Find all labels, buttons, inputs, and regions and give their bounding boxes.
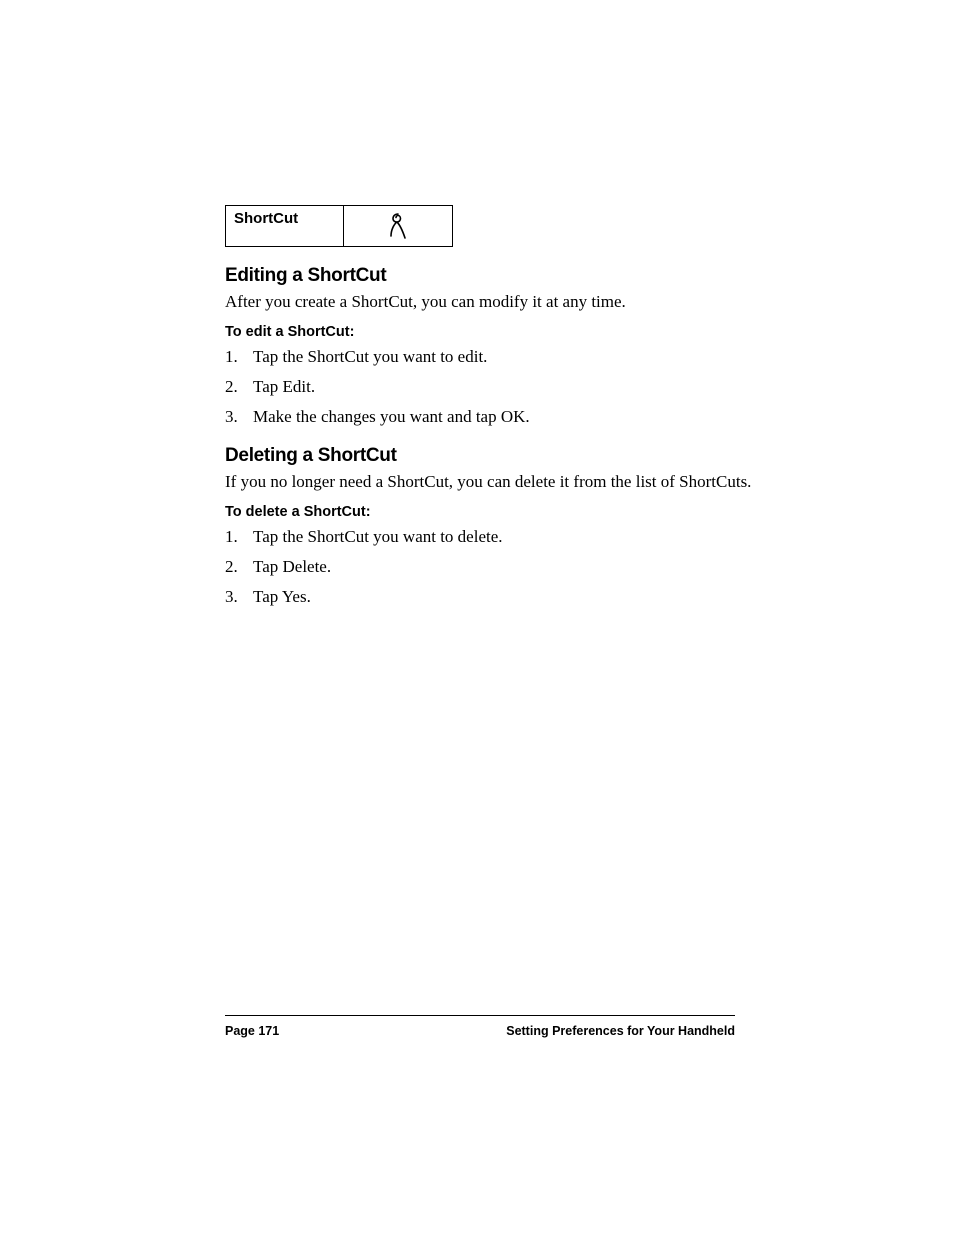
- heading-editing-shortcut: Editing a ShortCut: [225, 265, 755, 287]
- list-item: Make the changes you want and tap OK.: [225, 406, 755, 429]
- page-footer: Page 171 Setting Preferences for Your Ha…: [225, 1015, 735, 1038]
- proc-heading-delete: To delete a ShortCut:: [225, 504, 755, 520]
- shortcut-glyph-cell: [344, 206, 452, 246]
- list-item: Tap Delete.: [225, 556, 755, 579]
- intro-deleting: If you no longer need a ShortCut, you ca…: [225, 471, 755, 494]
- list-item: Tap the ShortCut you want to delete.: [225, 526, 755, 549]
- list-item: Tap the ShortCut you want to edit.: [225, 346, 755, 369]
- delete-steps-list: Tap the ShortCut you want to delete. Tap…: [225, 526, 755, 609]
- heading-deleting-shortcut: Deleting a ShortCut: [225, 445, 755, 467]
- edit-steps-list: Tap the ShortCut you want to edit. Tap E…: [225, 346, 755, 429]
- list-item: Tap Yes.: [225, 586, 755, 609]
- list-item: Tap Edit.: [225, 376, 755, 399]
- shortcut-figure-label: ShortCut: [226, 206, 344, 246]
- footer-rule: [225, 1015, 735, 1016]
- intro-editing: After you create a ShortCut, you can mod…: [225, 291, 755, 314]
- shortcut-stroke-icon: [388, 212, 408, 240]
- footer-title: Setting Preferences for Your Handheld: [506, 1024, 735, 1038]
- shortcut-figure: ShortCut: [225, 205, 453, 247]
- page-number: Page 171: [225, 1024, 279, 1038]
- proc-heading-edit: To edit a ShortCut:: [225, 324, 755, 340]
